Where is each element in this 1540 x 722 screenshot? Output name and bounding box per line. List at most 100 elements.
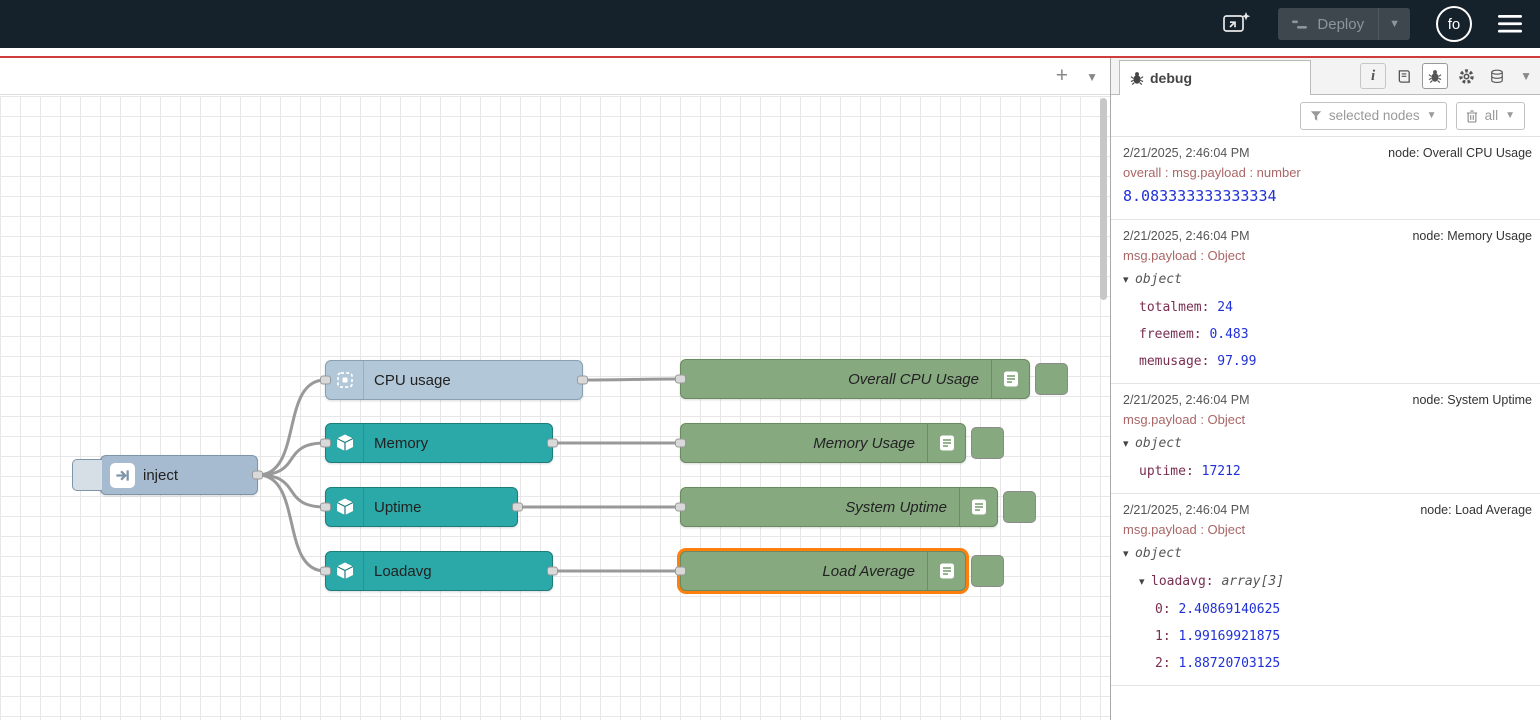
node-uptime[interactable]: Uptime bbox=[325, 487, 518, 527]
input-port[interactable] bbox=[675, 439, 686, 448]
debug-message[interactable]: 2/21/2025, 2:46:04 PMnode: System Uptime… bbox=[1111, 384, 1540, 494]
collapse-caret-icon[interactable]: ▾ bbox=[1139, 569, 1151, 596]
main-menu-button[interactable] bbox=[1498, 15, 1522, 33]
debug-filter-button[interactable]: selected nodes ▼ bbox=[1300, 102, 1447, 130]
output-port[interactable] bbox=[577, 376, 588, 385]
debug-message[interactable]: 2/21/2025, 2:46:04 PMnode: Memory Usagem… bbox=[1111, 220, 1540, 384]
collapse-caret-icon[interactable]: ▾ bbox=[1123, 541, 1135, 568]
object-type-label: object bbox=[1135, 272, 1182, 287]
object-value: array[3] bbox=[1221, 574, 1284, 589]
assistant-icon bbox=[1222, 11, 1252, 37]
debug-message[interactable]: 2/21/2025, 2:46:04 PM node: Overall CPU U… bbox=[1111, 137, 1540, 220]
debug-message-list: 2/21/2025, 2:46:04 PM node: Overall CPU U… bbox=[1111, 137, 1540, 720]
input-port[interactable] bbox=[675, 375, 686, 384]
deploy-button-main[interactable]: Deploy bbox=[1278, 8, 1378, 40]
node-debug-loadavg[interactable]: Load Average bbox=[680, 551, 966, 591]
debug-toggle-button[interactable] bbox=[971, 555, 1004, 587]
wire[interactable] bbox=[258, 475, 325, 507]
flow-workspace[interactable]: + ▼ bbox=[0, 58, 1110, 720]
deploy-button[interactable]: Deploy ▼ bbox=[1278, 8, 1410, 40]
input-port[interactable] bbox=[675, 503, 686, 512]
debug-value-row: ▾loadavg: array[3] bbox=[1123, 568, 1532, 596]
add-flow-button[interactable]: + bbox=[1056, 64, 1068, 88]
input-port[interactable] bbox=[320, 439, 331, 448]
bug-icon bbox=[1428, 69, 1442, 83]
debug-value-row: 0: 2.40869140625 bbox=[1123, 596, 1532, 623]
debug-console-icon bbox=[927, 552, 965, 590]
theme-accent-strip bbox=[0, 48, 1540, 58]
deploy-menu-button[interactable]: ▼ bbox=[1378, 8, 1410, 40]
sidebar-menu-button[interactable]: ▼ bbox=[1520, 69, 1532, 83]
debug-message-body: ▾object▾loadavg: array[3]0: 2.4086914062… bbox=[1123, 540, 1532, 677]
object-key: loadavg: bbox=[1151, 574, 1221, 589]
assistant-icon-button[interactable] bbox=[1222, 11, 1252, 37]
debug-toolbar: selected nodes ▼ all ▼ bbox=[1111, 95, 1540, 137]
debug-property-path: msg.payload : Object bbox=[1123, 520, 1532, 540]
wire[interactable] bbox=[583, 379, 680, 380]
object-key: memusage: bbox=[1139, 354, 1217, 369]
debug-console-icon bbox=[927, 424, 965, 462]
debug-clear-button[interactable]: all ▼ bbox=[1456, 102, 1525, 130]
node-loadavg[interactable]: Loadavg bbox=[325, 551, 553, 591]
collapse-caret-icon[interactable]: ▾ bbox=[1123, 431, 1135, 458]
input-port[interactable] bbox=[320, 503, 331, 512]
tab-config-button[interactable] bbox=[1453, 63, 1479, 89]
chevron-down-icon: ▼ bbox=[1427, 110, 1437, 121]
node-debug-uptime[interactable]: System Uptime bbox=[680, 487, 998, 527]
debug-toggle-button[interactable] bbox=[1035, 363, 1068, 395]
input-port[interactable] bbox=[320, 376, 331, 385]
debug-message[interactable]: 2/21/2025, 2:46:04 PMnode: Load Averagem… bbox=[1111, 494, 1540, 686]
node-memory[interactable]: Memory bbox=[325, 423, 553, 463]
output-port[interactable] bbox=[512, 503, 523, 512]
input-port[interactable] bbox=[320, 567, 331, 576]
debug-value-row: 8.083333333333334 bbox=[1123, 183, 1532, 211]
node-debug-overall-cpu[interactable]: Overall CPU Usage bbox=[680, 359, 1030, 399]
debug-value-row: freemem: 0.483 bbox=[1123, 321, 1532, 348]
node-cpu-usage[interactable]: CPU usage bbox=[325, 360, 583, 400]
bug-icon bbox=[1130, 71, 1144, 85]
output-port[interactable] bbox=[547, 439, 558, 448]
trash-icon bbox=[1466, 109, 1478, 123]
canvas-scrollbar[interactable] bbox=[1100, 98, 1107, 300]
debug-value-row: ▾object bbox=[1123, 430, 1532, 458]
tab-help-button[interactable] bbox=[1391, 63, 1417, 89]
output-port[interactable] bbox=[252, 471, 263, 480]
wire[interactable] bbox=[258, 443, 325, 475]
object-value: 0.483 bbox=[1209, 327, 1248, 342]
input-port[interactable] bbox=[675, 567, 686, 576]
wires-layer bbox=[0, 96, 1110, 720]
collapse-caret-icon[interactable]: ▾ bbox=[1123, 267, 1135, 294]
object-value: 1.88720703125 bbox=[1178, 656, 1280, 671]
debug-message-body: ▾objectuptime: 17212 bbox=[1123, 430, 1532, 485]
tab-info-button[interactable]: i bbox=[1360, 63, 1386, 89]
flow-canvas-grid[interactable]: inject CPU usage bbox=[0, 96, 1110, 720]
debug-property-path: overall : msg.payload : number bbox=[1123, 163, 1532, 183]
debug-toggle-button[interactable] bbox=[1003, 491, 1036, 523]
debug-filter-label: selected nodes bbox=[1329, 108, 1420, 123]
object-key: 2: bbox=[1155, 656, 1178, 671]
debug-message-body: 8.083333333333334 bbox=[1123, 183, 1532, 211]
deploy-icon bbox=[1292, 18, 1308, 31]
debug-source-node: node: Overall CPU Usage bbox=[1388, 143, 1532, 163]
tab-debug[interactable]: debug bbox=[1119, 60, 1311, 95]
node-debug-memory[interactable]: Memory Usage bbox=[680, 423, 966, 463]
object-value: 1.99169921875 bbox=[1178, 629, 1280, 644]
inject-run-button[interactable] bbox=[72, 459, 102, 491]
node-inject[interactable]: inject bbox=[100, 455, 258, 495]
object-key: 1: bbox=[1155, 629, 1178, 644]
output-port[interactable] bbox=[547, 567, 558, 576]
node-label: Overall CPU Usage bbox=[681, 371, 991, 388]
header-actions: Deploy ▼ fo bbox=[1222, 6, 1522, 42]
debug-value-row: memusage: 97.99 bbox=[1123, 348, 1532, 375]
debug-timestamp: 2/21/2025, 2:46:04 PM bbox=[1123, 143, 1249, 163]
debug-console-icon bbox=[991, 360, 1029, 398]
flow-list-button[interactable]: ▼ bbox=[1086, 64, 1098, 90]
debug-message-body: ▾objecttotalmem: 24freemem: 0.483memusag… bbox=[1123, 266, 1532, 375]
debug-toggle-button[interactable] bbox=[971, 427, 1004, 459]
hamburger-icon bbox=[1498, 15, 1522, 33]
deploy-label: Deploy bbox=[1317, 16, 1364, 33]
object-type-label: object bbox=[1135, 436, 1182, 451]
user-avatar[interactable]: fo bbox=[1436, 6, 1472, 42]
tab-debug-icon-button[interactable] bbox=[1422, 63, 1448, 89]
tab-context-button[interactable] bbox=[1484, 63, 1510, 89]
